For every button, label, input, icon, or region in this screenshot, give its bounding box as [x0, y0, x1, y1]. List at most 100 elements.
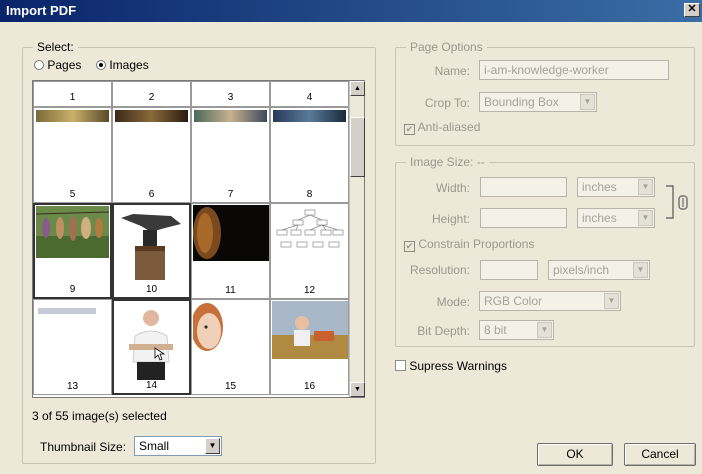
resolution-unit-select[interactable]: pixels/inch ▼: [548, 260, 650, 280]
name-field[interactable]: i-am-knowledge-worker: [479, 60, 669, 80]
width-field[interactable]: [480, 177, 567, 197]
chevron-down-icon[interactable]: ▼: [537, 322, 552, 338]
width-label: Width:: [435, 181, 470, 195]
chevron-down-icon[interactable]: ▼: [638, 210, 653, 226]
thumbnail-3[interactable]: 3: [191, 81, 270, 107]
thumbnail-9[interactable]: 9: [33, 203, 112, 299]
thumbnail-number: 11: [192, 285, 269, 298]
close-icon[interactable]: ✕: [684, 3, 700, 17]
thumbnail-image: [194, 110, 267, 122]
bit-depth-select[interactable]: 8 bit ▼: [479, 320, 554, 340]
thumbnail-number: 9: [35, 284, 110, 297]
scroll-down-icon[interactable]: ▼: [350, 382, 365, 397]
thumbnail-13[interactable]: 13: [33, 299, 112, 395]
thumbnail-14[interactable]: 14: [112, 299, 191, 395]
anti-aliased-checkbox[interactable]: ✔: [404, 124, 415, 135]
image-size-legend: Image Size: --: [410, 155, 485, 169]
thumbnail-image: [193, 303, 223, 351]
thumbnail-15[interactable]: 15: [191, 299, 270, 395]
height-field[interactable]: [480, 208, 567, 228]
height-unit-select[interactable]: inches ▼: [577, 208, 655, 228]
thumbnail-11[interactable]: 11: [191, 203, 270, 299]
chain-link-icon: [666, 185, 688, 219]
ok-button[interactable]: OK: [537, 443, 613, 466]
bit-depth-label: Bit Depth:: [417, 324, 470, 338]
thumbnail-2[interactable]: 2: [112, 81, 191, 107]
height-label: Height:: [431, 212, 470, 226]
window-title: Import PDF: [6, 3, 77, 18]
thumbnail-image: [273, 110, 346, 122]
thumbnail-number: 4: [271, 92, 348, 105]
chevron-down-icon[interactable]: ▼: [604, 293, 619, 309]
thumbnail-size-select[interactable]: Small ▼: [134, 436, 222, 456]
thumbnail-number: 14: [114, 380, 189, 393]
thumbnail-grid: 1 2 3 4 5 6 7 8 9 10 11 12 13 14 15 16: [32, 80, 365, 398]
constrain-proportions-option[interactable]: ✔ Constrain Proportions: [404, 237, 534, 252]
crop-to-value: Bounding Box: [484, 95, 559, 109]
thumbnail-number: 1: [34, 92, 111, 105]
chevron-down-icon[interactable]: ▼: [638, 179, 653, 195]
selection-status: 3 of 55 image(s) selected: [32, 409, 167, 423]
thumbnail-number: 16: [271, 381, 348, 394]
thumbnail-number: 7: [192, 189, 269, 202]
thumbnail-image: [272, 301, 348, 359]
images-radio-option[interactable]: Images: [96, 58, 149, 72]
thumbnail-7[interactable]: 7: [191, 107, 270, 203]
images-radio-label: Images: [109, 58, 149, 72]
width-unit-select[interactable]: inches ▼: [577, 177, 655, 197]
thumbnail-number: 10: [114, 284, 189, 297]
anti-aliased-option[interactable]: ✔ Anti-aliased: [404, 120, 480, 135]
thumbnail-image: [36, 110, 109, 122]
thumbnail-12[interactable]: 12: [270, 203, 349, 299]
thumbnail-image: [115, 206, 188, 282]
constrain-proportions-checkbox[interactable]: ✔: [404, 241, 415, 252]
scroll-thumb[interactable]: [350, 117, 365, 177]
mode-select[interactable]: RGB Color ▼: [479, 291, 621, 311]
chevron-down-icon[interactable]: ▼: [205, 438, 220, 454]
crop-to-select[interactable]: Bounding Box ▼: [479, 92, 597, 112]
thumbnail-image: [38, 308, 96, 314]
thumbnail-scrollbar[interactable]: ▲ ▼: [349, 81, 365, 397]
bit-depth-value: 8 bit: [484, 323, 507, 337]
constrain-proportions-label: Constrain Proportions: [418, 237, 535, 251]
thumbnail-image: [36, 206, 109, 258]
suppress-warnings-option[interactable]: Supress Warnings: [395, 359, 507, 373]
thumbnail-10[interactable]: 10: [112, 203, 191, 299]
resolution-unit-value: pixels/inch: [553, 263, 610, 277]
thumbnail-5[interactable]: 5: [33, 107, 112, 203]
thumbnail-number: 15: [192, 381, 269, 394]
pages-radio[interactable]: [34, 60, 44, 70]
resolution-label: Resolution:: [409, 263, 470, 277]
thumbnail-image: [115, 302, 188, 380]
chevron-down-icon[interactable]: ▼: [633, 262, 648, 278]
cancel-button[interactable]: Cancel: [624, 443, 696, 466]
suppress-warnings-label: Supress Warnings: [409, 359, 507, 373]
width-unit-value: inches: [582, 180, 617, 194]
page-options-legend: Page Options: [410, 40, 483, 54]
pages-radio-option[interactable]: Pages: [34, 58, 81, 72]
thumbnail-6[interactable]: 6: [112, 107, 191, 203]
thumbnail-number: 3: [192, 92, 269, 105]
mode-value: RGB Color: [484, 294, 543, 308]
thumbnail-4[interactable]: 4: [270, 81, 349, 107]
images-radio[interactable]: [96, 60, 106, 70]
suppress-warnings-checkbox[interactable]: [395, 360, 406, 371]
anti-aliased-label: Anti-aliased: [417, 120, 481, 134]
title-bar: Import PDF ✕: [0, 0, 702, 22]
thumbnail-1[interactable]: 1: [33, 81, 112, 107]
mode-label: Mode:: [436, 295, 470, 309]
resolution-field[interactable]: [480, 260, 538, 280]
height-unit-value: inches: [582, 211, 617, 225]
name-label: Name:: [434, 64, 470, 78]
thumbnail-number: 8: [271, 189, 348, 202]
thumbnail-number: 13: [34, 381, 111, 394]
thumbnail-number: 6: [113, 189, 190, 202]
thumbnail-8[interactable]: 8: [270, 107, 349, 203]
chevron-down-icon[interactable]: ▼: [580, 94, 595, 110]
thumbnail-number: 2: [113, 92, 190, 105]
crop-to-label: Crop To:: [424, 96, 470, 110]
thumbnail-16[interactable]: 16: [270, 299, 349, 395]
thumbnail-number: 5: [34, 189, 111, 202]
scroll-up-icon[interactable]: ▲: [350, 81, 365, 96]
thumbnail-image: [193, 205, 269, 261]
